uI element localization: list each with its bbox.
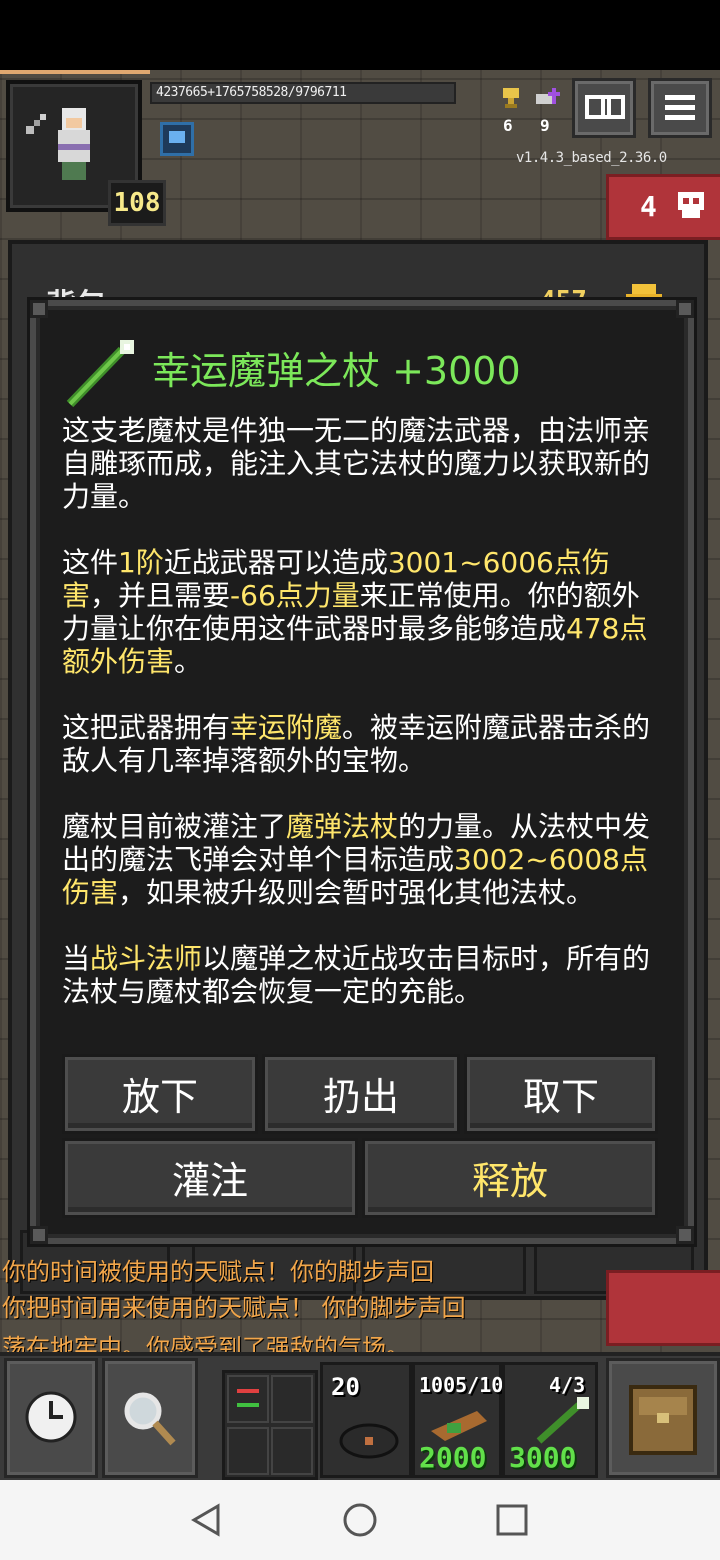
- throw-button[interactable]: 扔出: [262, 1054, 460, 1134]
- game-log: 你的时间被使用的天赋点！你的脚步声回 你把时间用来使用的天赋点！ 你的脚步声回 …: [2, 1252, 602, 1368]
- swap-arrows-icon: [237, 1389, 259, 1407]
- desc-paragraph: 魔杖目前被灌注了魔弹法杖的力量。从法杖中发出的魔法飞弹会对单个目标造成3002~…: [62, 810, 662, 909]
- desc-text: 魔杖目前被灌注了: [62, 810, 287, 843]
- trophy-count: 6: [503, 116, 513, 135]
- wand-icon: [536, 1397, 589, 1444]
- clock-icon: [25, 1391, 77, 1443]
- window-corner: [30, 300, 48, 318]
- desc-text: 这把武器拥有: [62, 711, 231, 744]
- quickslot-level: 3000: [509, 1441, 577, 1474]
- trophy-icon: [503, 88, 519, 108]
- drop-button[interactable]: 放下: [62, 1054, 258, 1134]
- tier-highlight: 1阶: [118, 546, 164, 579]
- recents-icon[interactable]: [494, 1502, 530, 1538]
- back-icon[interactable]: [188, 1502, 224, 1538]
- desc-paragraph: 当战斗法师以魔弹之杖近战攻击目标时，所有的法杖与魔杖都会恢复一定的充能。: [62, 942, 662, 1008]
- quickslot-2[interactable]: 1005/1005 2000: [412, 1362, 527, 1478]
- menu-button[interactable]: [648, 78, 712, 138]
- quickslot-level: 2000: [419, 1441, 487, 1474]
- magnifier-icon: [124, 1392, 176, 1446]
- desc-text: 当: [62, 942, 91, 975]
- menu-icon: [665, 95, 695, 120]
- attack-button[interactable]: [606, 1270, 720, 1346]
- version-label: v1.4.3_based_2.36.0: [516, 150, 667, 166]
- swap-cell: [227, 1427, 269, 1475]
- desc-text: ，并且需要: [90, 579, 231, 612]
- desc-text: 这支老魔杖是件独一无二的魔法武器，由法师亲自雕琢而成，能注入其它法杖的魔力以获取…: [62, 414, 651, 513]
- wait-button[interactable]: [4, 1358, 98, 1478]
- wand-highlight: 魔弹法杖: [286, 810, 399, 843]
- window-corner: [676, 300, 694, 318]
- desc-text: ，如果被升级则会暂时强化其他法杖。: [118, 876, 595, 909]
- home-icon[interactable]: [342, 1502, 378, 1538]
- quickslot-3[interactable]: 4/3 3000: [502, 1362, 598, 1478]
- strength-highlight: -66点力量: [230, 579, 360, 612]
- log-line: 你的时间被使用的天赋点！你的脚步声回: [2, 1258, 434, 1286]
- key-count: 9: [540, 116, 550, 135]
- buff-shield-icon[interactable]: [160, 122, 194, 156]
- magic-missile-wand-icon: [66, 340, 134, 408]
- window-corner: [30, 1226, 48, 1244]
- desc-text: 。: [174, 645, 203, 678]
- hero-sprite-icon: [52, 108, 98, 182]
- enchant-highlight: 幸运附魔: [230, 711, 343, 744]
- quickslot-charges: 4/3: [549, 1373, 586, 1397]
- item-title: 幸运魔弹之杖 +3000: [152, 349, 521, 393]
- horn-icon: [431, 1411, 487, 1441]
- swap-cell: [227, 1375, 269, 1423]
- staff-icon: [26, 114, 46, 134]
- desc-paragraph: 这件1阶近战武器可以造成3001~6006点伤害，并且需要-66点力量来正常使用…: [62, 546, 662, 678]
- key-icon: [536, 88, 560, 104]
- bomb-icon: [339, 1423, 399, 1459]
- level-badge: 108: [108, 180, 166, 226]
- swap-cell: [271, 1427, 313, 1475]
- journal-button[interactable]: [572, 78, 636, 138]
- danger-count: 4: [640, 190, 657, 223]
- quickslot-count: 20: [331, 1373, 360, 1401]
- desc-paragraph: 这支老魔杖是件独一无二的魔法武器，由法师亲自雕琢而成，能注入其它法杖的魔力以获取…: [62, 414, 662, 513]
- release-button[interactable]: 释放: [362, 1138, 658, 1218]
- item-description: 这支老魔杖是件独一无二的魔法武器，由法师亲自雕琢而成，能注入其它法杖的魔力以获取…: [62, 414, 662, 1041]
- desc-text: 近战武器可以造成: [163, 546, 388, 579]
- backpack-button[interactable]: [606, 1358, 720, 1478]
- window-corner: [676, 1226, 694, 1244]
- backpack-icon: [629, 1385, 697, 1455]
- hp-bar: 4237665+1765758528/9796711: [150, 82, 456, 104]
- search-button[interactable]: [102, 1358, 198, 1478]
- desc-text: 这件: [62, 546, 119, 579]
- quickslot-swap[interactable]: [222, 1370, 318, 1480]
- unequip-button[interactable]: 取下: [464, 1054, 658, 1134]
- system-nav-bar: [0, 1480, 720, 1560]
- swap-cell: [271, 1375, 313, 1423]
- imbue-button[interactable]: 灌注: [62, 1138, 358, 1218]
- log-line: 你把时间用来使用的天赋点！ 你的脚步声回: [2, 1294, 466, 1322]
- class-highlight: 战斗法师: [90, 942, 203, 975]
- skull-icon: [678, 192, 704, 218]
- quickslot-1[interactable]: 20: [320, 1362, 412, 1478]
- desc-paragraph: 这把武器拥有幸运附魔。被幸运附魔武器击杀的敌人有几率掉落额外的宝物。: [62, 711, 662, 777]
- journal-icon: [585, 95, 625, 119]
- experience-strip: [0, 70, 150, 74]
